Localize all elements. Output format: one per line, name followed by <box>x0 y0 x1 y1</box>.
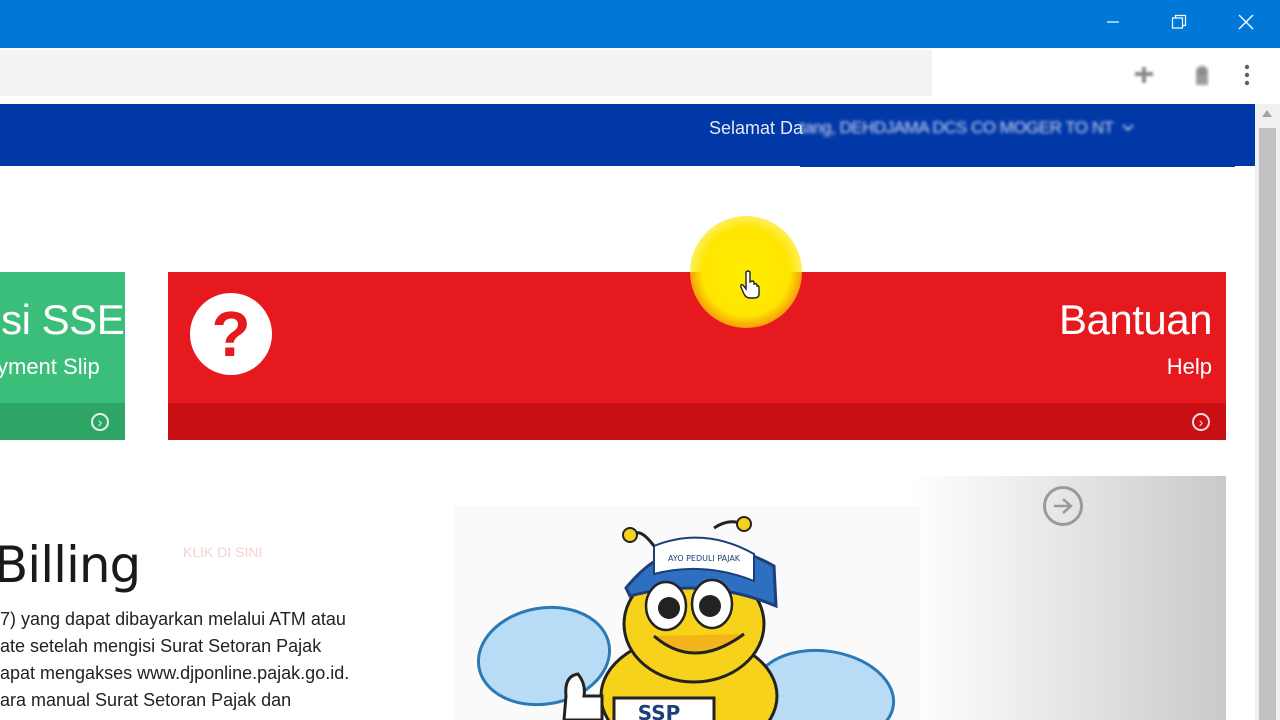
billing-heading: Billing <box>0 536 141 594</box>
close-icon[interactable] <box>1213 0 1279 44</box>
hand-cursor-icon <box>740 270 760 299</box>
card-isi-sse[interactable]: Isi SSE yment Slip › <box>0 272 125 440</box>
menu-kebab-icon[interactable] <box>1232 60 1262 90</box>
sign-text: SSP <box>638 701 681 720</box>
scroll-up-icon[interactable] <box>1262 110 1272 117</box>
klik-di-sini-link[interactable]: KLIK DI SINI <box>183 544 262 560</box>
billing-line: apat mengakses www.djponline.pajak.go.id… <box>0 663 350 683</box>
cap-text: AYO PEDULI PAJAK <box>668 554 741 563</box>
minimize-icon[interactable] <box>1080 0 1146 44</box>
chevron-down-icon <box>1121 124 1134 132</box>
arrow-right-circle-icon: › <box>1192 413 1210 431</box>
question-mark-icon: ? <box>190 293 272 375</box>
header-dropdown-edge <box>800 160 1235 167</box>
card-footer[interactable]: KLIK DI SINI › <box>168 403 1226 560</box>
arrow-right-circle-icon: › <box>91 413 109 431</box>
welcome-label: Selamat Da <box>709 118 804 138</box>
card-title: Bantuan <box>1059 296 1212 343</box>
card-subtitle: yment Slip <box>0 354 100 379</box>
billing-line: 7) yang dapat dibayarkan melalui ATM ata… <box>0 609 346 629</box>
card-footer[interactable]: › <box>0 403 125 440</box>
card-subtitle: Help <box>1166 354 1212 379</box>
address-bar[interactable] <box>0 50 932 96</box>
restore-icon[interactable] <box>1146 0 1212 44</box>
billing-line: ara manual Surat Setoran Pajak dan <box>0 690 292 710</box>
user-name-blurred: tang, DEHDJAMA DCS CO MOGER TO NT <box>800 118 1114 137</box>
user-menu[interactable]: tang, DEHDJAMA DCS CO MOGER TO NT <box>800 117 1200 139</box>
slider-next-arrow-icon[interactable] <box>1043 486 1083 526</box>
card-title: Isi SSE <box>0 296 125 343</box>
browser-titlebar <box>0 0 1280 48</box>
tax-bee-mascot-image: AYO PEDULI PAJAK SSP <box>454 506 920 720</box>
scrollbar-thumb[interactable] <box>1259 128 1276 720</box>
billing-line: ate setelah mengisi Surat Setoran Pajak <box>0 636 322 656</box>
extension-icon[interactable] <box>1187 60 1217 90</box>
pin-icon[interactable] <box>1129 60 1159 90</box>
billing-description: 7) yang dapat dibayarkan melalui ATM ata… <box>0 606 349 714</box>
